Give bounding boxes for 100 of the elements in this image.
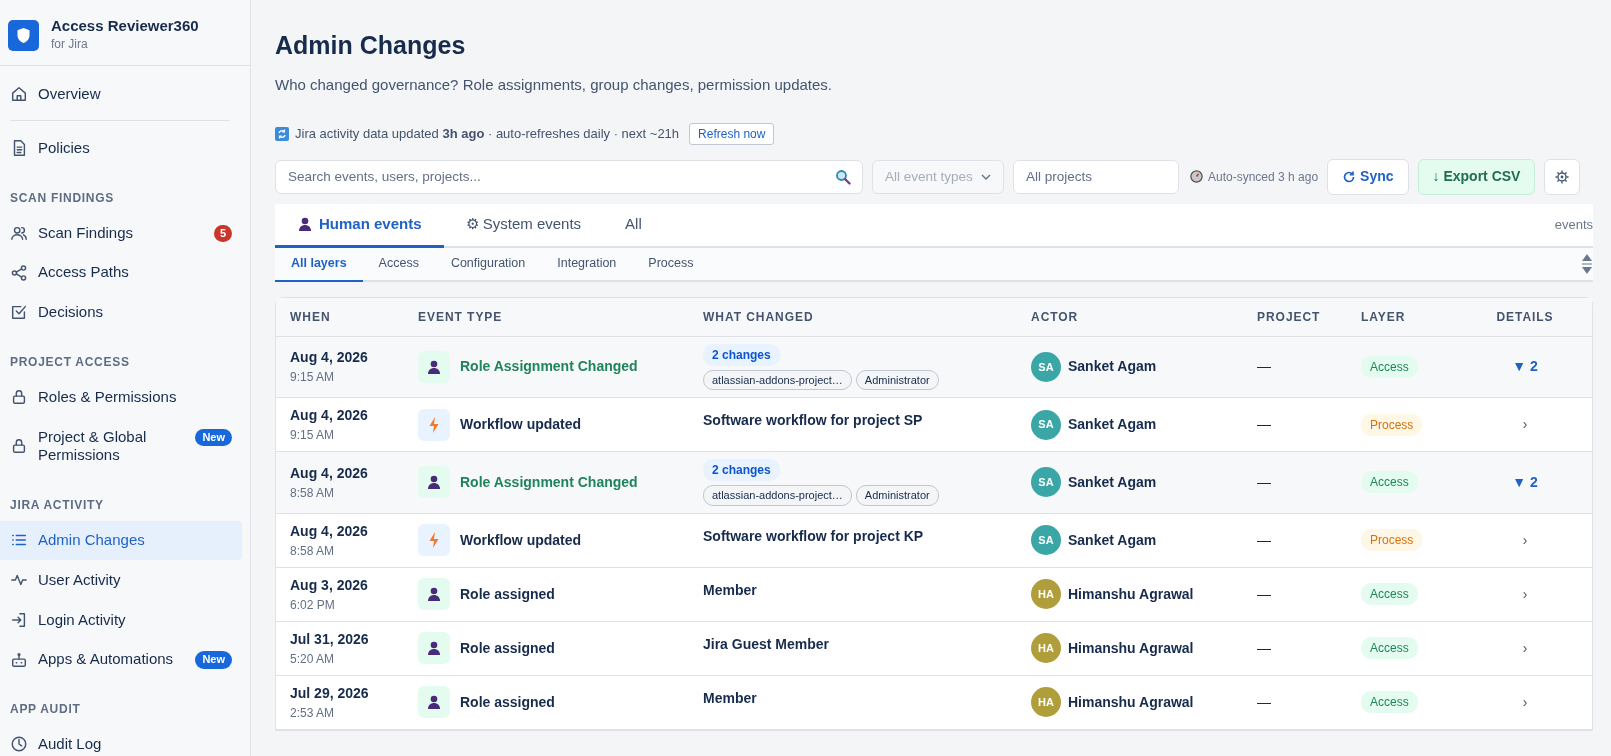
sidebar-item[interactable]: Project & Global Permissions New <box>0 417 242 475</box>
section-heading: APP AUDIT <box>9 701 82 718</box>
layer-badge: Access <box>1361 637 1418 659</box>
project-value: — <box>1257 585 1271 602</box>
table-row[interactable]: Aug 4, 2026 9:15 AM Role Assignment Changed 2 changes atlassian-addons-project… Administrator SA Sanket Agam — Access ▼ 2 <box>276 336 1592 398</box>
column-header: WHEN <box>276 297 404 336</box>
lightning-icon <box>428 531 440 549</box>
project-value: — <box>1257 693 1271 710</box>
page-title: Admin Changes <box>275 30 467 60</box>
layer-tab[interactable]: Integration <box>541 247 633 282</box>
home-icon <box>10 85 28 104</box>
refresh-button[interactable]: Refresh now <box>689 122 775 145</box>
event-date: Jul 29, 2026 <box>290 683 370 703</box>
sidebar-item[interactable]: Admin Changes <box>0 521 242 560</box>
details-toggle[interactable]: › <box>1522 531 1528 548</box>
sidebar-item[interactable]: Roles & Permissions <box>0 377 242 417</box>
avatar: HA <box>1031 633 1061 663</box>
details-toggle[interactable]: ▼ 2 <box>1512 358 1538 375</box>
sidebar-item[interactable]: Apps & Automations New <box>0 640 242 679</box>
event-time: 2:53 AM <box>290 704 336 722</box>
lightning-icon <box>428 415 440 434</box>
what-changed-text: Jira Guest Member <box>703 635 830 652</box>
sync-button[interactable]: Sync <box>1327 158 1409 195</box>
actor-name: Himanshu Agrawal <box>1068 692 1194 712</box>
event-type: Role assigned <box>460 692 555 712</box>
table-row[interactable]: Jul 31, 2026 5:20 AM Role assigned Jira Guest Member HA Himanshu Agrawal — Access › <box>276 621 1592 675</box>
what-changed-text: Member <box>703 689 757 706</box>
event-date: Aug 4, 2026 <box>290 521 369 541</box>
details-toggle[interactable]: ▼ 2 <box>1512 473 1538 490</box>
avatar: HA <box>1031 687 1061 717</box>
layer-tab[interactable]: Access <box>362 247 435 282</box>
layer-badge: Access <box>1361 471 1418 494</box>
table-row[interactable]: Aug 3, 2026 6:02 PM Role assigned Member HA Himanshu Agrawal — Access › <box>276 567 1592 621</box>
actor-name: Himanshu Agrawal <box>1068 584 1194 604</box>
details-toggle[interactable]: › <box>1522 585 1528 602</box>
event-date: Jul 31, 2026 <box>290 629 370 649</box>
event-date: Aug 3, 2026 <box>290 575 369 595</box>
event-date: Aug 4, 2026 <box>290 463 369 483</box>
details-toggle[interactable]: › <box>1522 639 1528 656</box>
sidebar-item[interactable]: Policies <box>0 128 242 168</box>
changes-pill[interactable]: 2 changes <box>703 343 780 366</box>
event-type: Workflow updated <box>460 415 582 434</box>
clock-icon <box>1190 170 1203 183</box>
column-header: PROJECT <box>1243 297 1347 336</box>
layer-tab[interactable]: All layers <box>275 247 363 282</box>
sidebar-item[interactable]: Scan Findings 5 <box>0 213 242 253</box>
events-label: events <box>1554 215 1593 234</box>
event-type: Role assigned <box>460 584 555 604</box>
app-subtitle: for Jira <box>51 36 89 53</box>
sidebar-item[interactable]: Access Paths <box>0 253 242 292</box>
person-icon <box>426 694 442 710</box>
event-type: Role Assignment Changed <box>460 357 638 377</box>
sidebar-item[interactable]: User Activity <box>0 560 242 600</box>
sidebar-item[interactable]: Audit Log <box>0 725 242 756</box>
lock-icon <box>10 437 28 456</box>
refresh-icon <box>1342 169 1357 184</box>
settings-button[interactable] <box>1544 158 1581 195</box>
app-name: Access Reviewer360 <box>51 17 199 35</box>
details-toggle[interactable]: › <box>1522 693 1528 710</box>
event-type: Role assigned <box>460 638 555 658</box>
column-header: EVENT TYPE <box>404 297 689 336</box>
event-time: 6:02 PM <box>290 596 336 614</box>
export-csv-button[interactable]: ↓ Export CSV <box>1417 158 1536 195</box>
layer-badge: Access <box>1361 355 1418 378</box>
change-tag: Administrator <box>855 369 939 390</box>
projects-field[interactable]: All projects <box>1013 159 1179 194</box>
tab[interactable]: ⚙ System events <box>443 203 604 248</box>
lock-icon <box>10 388 28 407</box>
section-heading: PROJECT ACCESS <box>9 353 131 371</box>
search-field[interactable]: Search events, users, projects... <box>275 159 863 194</box>
sidebar-item[interactable]: Login Activity <box>0 600 242 640</box>
what-changed-text: Software workflow for project SP <box>703 412 923 428</box>
column-header: LAYER <box>1347 297 1458 336</box>
layer-badge: Process <box>1361 529 1423 551</box>
avatar: SA <box>1031 525 1061 555</box>
event-time: 8:58 AM <box>290 484 336 502</box>
what-changed-text: Software workflow for project KP <box>703 527 924 544</box>
sidebar-item[interactable]: Overview <box>0 75 242 114</box>
layer-tab[interactable]: Configuration <box>434 247 542 282</box>
section-heading: SCAN FINDINGS <box>9 189 116 207</box>
event-time: 9:15 AM <box>290 427 336 444</box>
event-time: 9:15 AM <box>290 369 336 387</box>
layer-tab[interactable]: Process <box>632 247 710 282</box>
person-icon <box>426 474 442 491</box>
event-type-select[interactable]: All event types <box>872 159 1004 194</box>
person-icon <box>297 216 313 232</box>
sidebar-item[interactable]: Decisions <box>0 293 242 332</box>
avatar: SA <box>1031 409 1061 440</box>
table-row[interactable]: Jul 29, 2026 2:53 AM Role assigned Member HA Himanshu Agrawal — Access › <box>276 675 1592 729</box>
event-date: Aug 4, 2026 <box>290 348 369 368</box>
tab[interactable]: All <box>603 203 664 248</box>
table-row[interactable]: Aug 4, 2026 8:58 AM Role Assignment Changed 2 changes atlassian-addons-project… Administrator SA Sanket Agam — Access ▼ 2 <box>276 451 1592 513</box>
details-toggle[interactable]: › <box>1522 416 1528 432</box>
table-row[interactable]: Aug 4, 2026 9:15 AM Workflow updated Software workflow for project SP SA Sanket Agam — Process › <box>276 397 1592 452</box>
project-value: — <box>1257 473 1271 490</box>
table-row[interactable]: Aug 4, 2026 8:58 AM Workflow updated Software workflow for project KP SA Sanket Agam — Process › <box>276 513 1592 567</box>
avatar: SA <box>1031 351 1061 382</box>
project-value: — <box>1257 416 1271 432</box>
event-time: 8:58 AM <box>290 542 336 560</box>
changes-pill[interactable]: 2 changes <box>703 459 780 481</box>
